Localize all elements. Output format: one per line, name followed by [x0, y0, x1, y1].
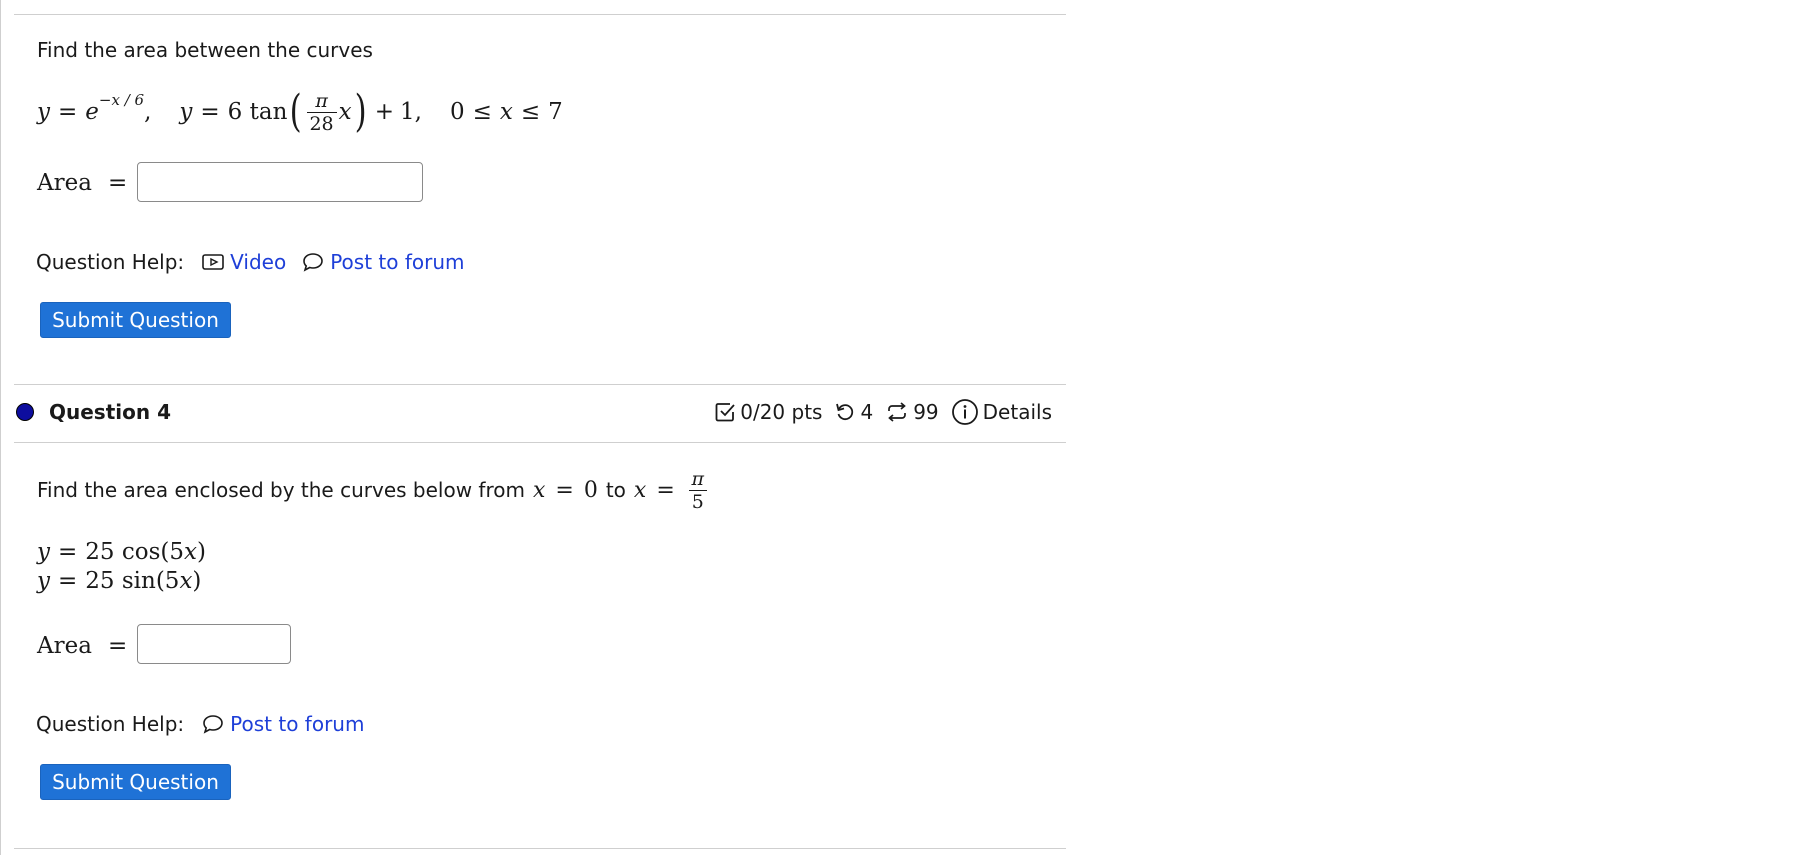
q4-points: 0/20 pts	[714, 400, 822, 424]
q3-prompt: Find the area between the curves	[37, 38, 373, 62]
q3-forum-link[interactable]: Post to forum	[302, 250, 465, 274]
q3-forum-label[interactable]: Post to forum	[330, 250, 464, 274]
q3-equation: y = e −x / 6, y = 6 tan ( π 28 x ) +1, 0 ≤ x ≤7	[37, 86, 563, 137]
q4-submit-button[interactable]: Submit Question	[40, 764, 231, 800]
undo-icon	[836, 403, 854, 421]
q4-curve-1: y = 25 cos(5 x)	[37, 539, 206, 565]
q4-prompt: Find the area enclosed by the curves bel…	[37, 462, 709, 518]
video-icon	[202, 254, 224, 270]
checkbox-icon	[715, 403, 735, 422]
q4-help-label: Question Help:	[36, 712, 185, 736]
assessment-page: Find the area between the curves y = e −x /…	[0, 0, 1068, 855]
q4-forum-label[interactable]: Post to forum	[230, 712, 364, 736]
page-left-border	[0, 0, 1, 855]
q4-attempts: 99	[885, 400, 939, 424]
divider-top	[14, 14, 1066, 15]
repeat-icon	[888, 402, 907, 422]
divider-bottom	[14, 848, 1066, 849]
q3-question-help: Question Help: Video Post to forum	[36, 250, 465, 274]
chat-bubble-icon	[303, 253, 324, 272]
chat-bubble-icon	[203, 715, 223, 734]
q4-details-toggle[interactable]: Details	[951, 398, 1052, 426]
q4-area-input[interactable]	[137, 624, 291, 664]
q4-meta: 0/20 pts 4 99 Details	[702, 398, 1052, 426]
divider-q4-header	[14, 442, 1066, 443]
q3-area-label: Area =	[37, 170, 128, 196]
q4-question-help: Question Help: Post to forum	[36, 712, 364, 736]
q3-submit-button[interactable]: Submit Question	[40, 302, 231, 338]
status-dot-icon	[16, 403, 34, 421]
info-icon	[951, 399, 978, 425]
q4-title: Question 4	[49, 400, 171, 424]
q4-retries: 4	[834, 400, 873, 424]
q4-header: Question 4 0/20 pts 4 99 Details	[14, 384, 1066, 442]
q3-video-link[interactable]: Video	[202, 250, 286, 274]
q4-forum-link[interactable]: Post to forum	[202, 712, 364, 736]
q4-curve-2: y = 25 sin(5 x)	[37, 568, 202, 594]
q3-video-label[interactable]: Video	[230, 250, 286, 274]
q3-help-label: Question Help:	[36, 250, 185, 274]
q3-area-input[interactable]	[137, 162, 423, 202]
q4-area-label: Area =	[37, 633, 128, 659]
